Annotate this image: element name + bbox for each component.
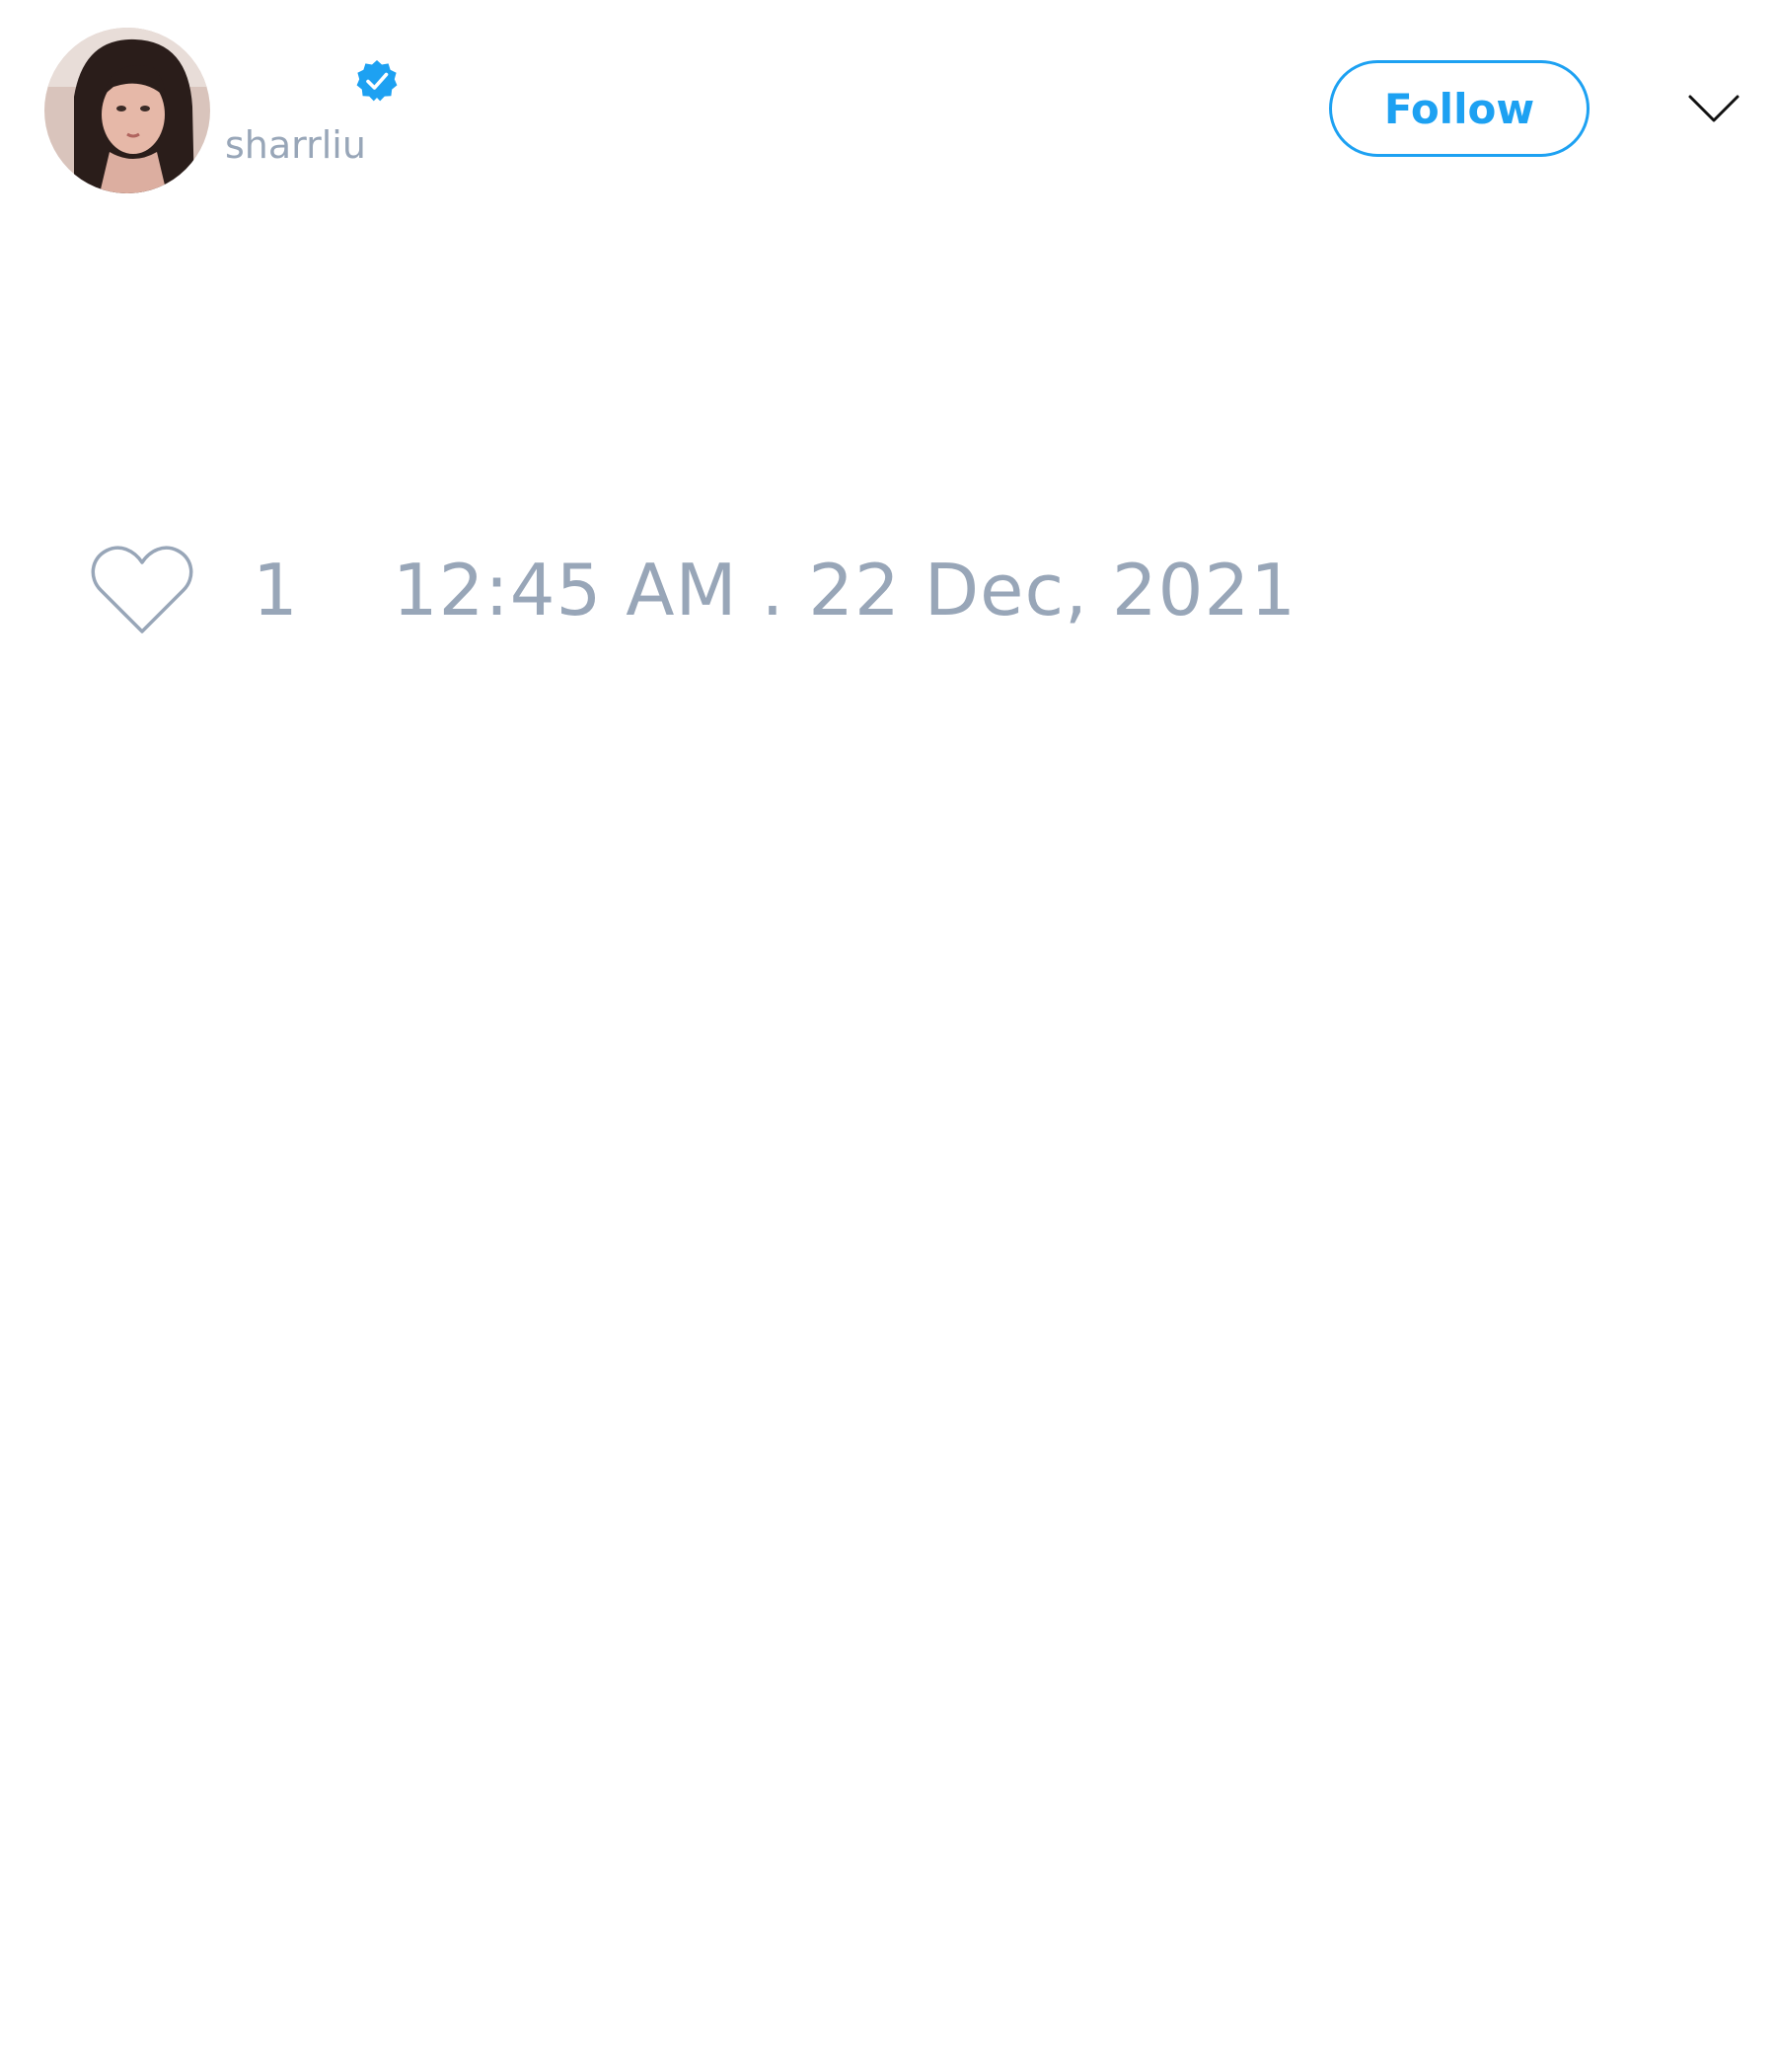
tweet-footer: 1 12:45 AM . 22 Dec, 2021 [89,541,1296,639]
follow-button[interactable]: Follow [1329,60,1590,157]
verified-badge-icon [356,60,398,102]
heart-icon [91,546,193,633]
avatar-photo [44,28,210,193]
author-handle[interactable]: sharrliu [225,126,366,164]
author-name-row [225,55,401,107]
like-count: 1 [253,549,298,631]
tweet-timestamp[interactable]: 12:45 AM . 22 Dec, 2021 [393,555,1296,626]
more-options-button[interactable] [1687,91,1740,128]
like-button[interactable]: 1 [89,543,298,637]
avatar[interactable] [44,28,210,193]
chevron-down-icon [1688,95,1739,122]
